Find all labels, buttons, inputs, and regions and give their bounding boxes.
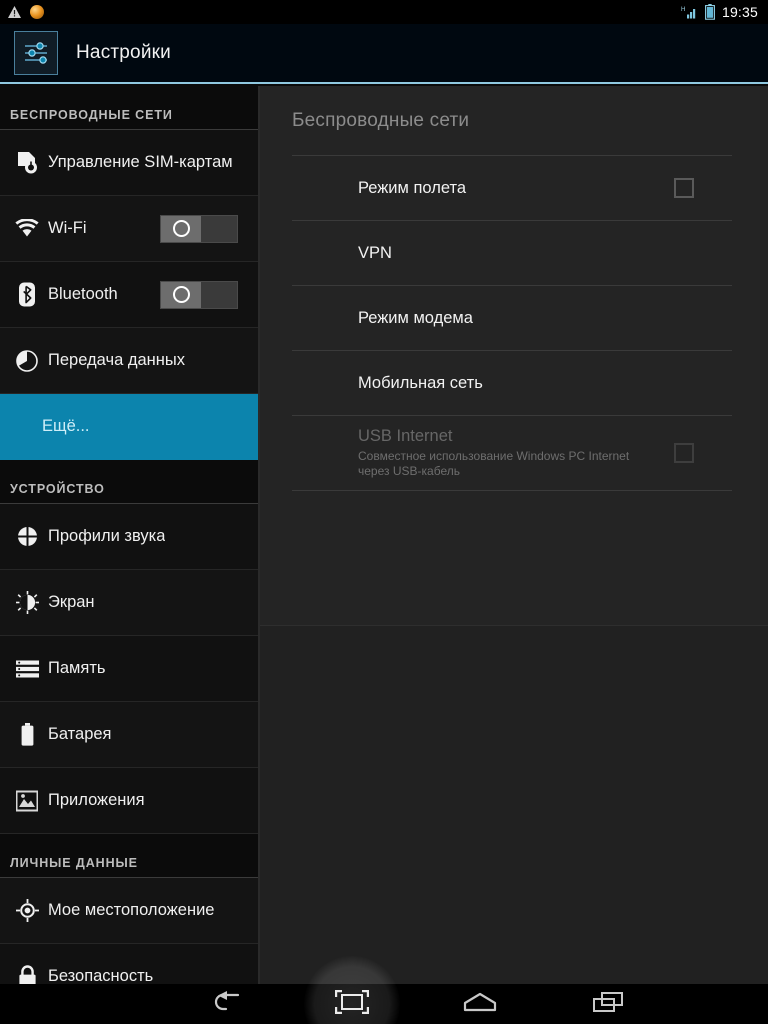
settings-list: Режим полета VPN Режим модема Мобильная … xyxy=(292,155,732,491)
svg-text:H: H xyxy=(681,7,685,13)
warning-triangle-icon xyxy=(7,5,22,19)
location-icon xyxy=(6,899,48,922)
sidebar-item-sim-management[interactable]: Управление SIM-картам xyxy=(0,130,258,196)
sidebar-item-sound-profiles[interactable]: Профили звука xyxy=(0,504,258,570)
sidebar-item-storage[interactable]: Память xyxy=(0,636,258,702)
sidebar-item-label: Профили звука xyxy=(48,527,166,545)
sidebar-item-label: Мое местоположение xyxy=(48,901,215,919)
sidebar-item-bluetooth[interactable]: Bluetooth xyxy=(0,262,258,328)
list-item-label: USB Internet xyxy=(358,427,453,445)
wireless-settings-panel: Беспроводные сети Режим полета VPN Режим… xyxy=(260,86,768,984)
sidebar-section-header-device: УСТРОЙСТВО xyxy=(0,460,258,504)
bluetooth-icon xyxy=(6,282,48,307)
sidebar-item-apps[interactable]: Приложения xyxy=(0,768,258,834)
nav-recents-button[interactable] xyxy=(544,984,672,1024)
battery-icon xyxy=(705,4,715,20)
apps-icon xyxy=(6,790,48,812)
sidebar-item-label: Bluetooth xyxy=(48,285,118,303)
sidebar-item-label: Ещё... xyxy=(42,417,90,435)
sidebar-item-more[interactable]: Ещё... xyxy=(0,394,258,460)
sidebar-item-label: Приложения xyxy=(48,791,145,809)
android-settings-screen: H 19:35 Настройки БЕСПРОВОДНЫЕ СЕТИ Упра… xyxy=(0,0,768,1024)
list-item-mobile-network[interactable]: Мобильная сеть xyxy=(292,350,732,415)
sound-profile-icon xyxy=(6,525,48,548)
status-bar-clock: 19:35 xyxy=(721,4,758,20)
wifi-toggle[interactable] xyxy=(160,214,238,243)
panel-empty-area xyxy=(260,625,768,984)
sidebar-item-my-location[interactable]: Мое местоположение xyxy=(0,878,258,944)
lock-icon xyxy=(6,965,48,984)
status-bar-system: H 19:35 xyxy=(681,4,768,20)
sidebar-item-battery[interactable]: Батарея xyxy=(0,702,258,768)
sidebar-item-label: Безопасность xyxy=(48,967,154,984)
sidebar-item-label: Передача данных xyxy=(48,351,185,369)
sidebar-item-label: Батарея xyxy=(48,725,112,743)
recents-icon xyxy=(592,991,624,1018)
sidebar-section-header-wireless: БЕСПРОВОДНЫЕ СЕТИ xyxy=(0,86,258,130)
signal-h-icon: H xyxy=(681,5,698,20)
sidebar-item-label: Управление SIM-картам xyxy=(48,153,233,171)
nav-home-button[interactable] xyxy=(416,984,544,1024)
page-title: Настройки xyxy=(76,42,171,63)
storage-icon xyxy=(6,660,48,678)
airplane-mode-checkbox[interactable] xyxy=(674,178,694,198)
list-item-tethering[interactable]: Режим модема xyxy=(292,285,732,350)
sim-card-icon xyxy=(6,151,48,175)
list-item-label: Режим модема xyxy=(358,308,473,327)
status-bar: H 19:35 xyxy=(0,0,768,24)
panel-heading: Беспроводные сети xyxy=(292,110,470,131)
sidebar-item-data-usage[interactable]: Передача данных xyxy=(0,328,258,394)
nav-screenshot-button[interactable] xyxy=(288,984,416,1024)
home-icon xyxy=(463,992,497,1017)
settings-sidebar[interactable]: БЕСПРОВОДНЫЕ СЕТИ Управление SIM-картам xyxy=(0,86,258,984)
sidebar-item-label: Экран xyxy=(48,593,95,611)
action-bar: Настройки xyxy=(0,24,768,84)
list-item-usb-internet: USB Internet Совместное использование Wi… xyxy=(292,415,732,491)
list-item-label: VPN xyxy=(358,243,392,262)
nav-back-button[interactable] xyxy=(160,984,288,1024)
list-item-label: Мобильная сеть xyxy=(358,373,483,392)
list-item-subtitle: Совместное использование Windows PC Inte… xyxy=(358,449,630,478)
usb-internet-checkbox xyxy=(674,443,694,463)
sidebar-item-security[interactable]: Безопасность xyxy=(0,944,258,984)
list-item-vpn[interactable]: VPN xyxy=(292,220,732,285)
display-brightness-icon xyxy=(6,591,48,614)
list-item-label: Режим полета xyxy=(358,178,467,197)
sidebar-item-display[interactable]: Экран xyxy=(0,570,258,636)
sidebar-item-label: Wi-Fi xyxy=(48,219,87,237)
list-item-airplane-mode[interactable]: Режим полета xyxy=(292,155,732,220)
sidebar-item-wifi[interactable]: Wi-Fi xyxy=(0,196,258,262)
navigation-bar xyxy=(0,984,768,1024)
sidebar-section-header-personal: ЛИЧНЫЕ ДАННЫЕ xyxy=(0,834,258,878)
status-bar-notifications xyxy=(0,5,44,19)
wifi-icon xyxy=(6,219,48,238)
amber-circle-icon xyxy=(30,5,44,19)
settings-sliders-icon[interactable] xyxy=(14,31,58,75)
sidebar-item-label: Память xyxy=(48,659,106,677)
back-arrow-icon xyxy=(208,990,240,1018)
content-area: БЕСПРОВОДНЫЕ СЕТИ Управление SIM-картам xyxy=(0,86,768,984)
bluetooth-toggle[interactable] xyxy=(160,280,238,309)
data-usage-icon xyxy=(6,349,48,372)
screenshot-frame-icon xyxy=(334,989,370,1019)
battery-icon xyxy=(6,723,48,746)
